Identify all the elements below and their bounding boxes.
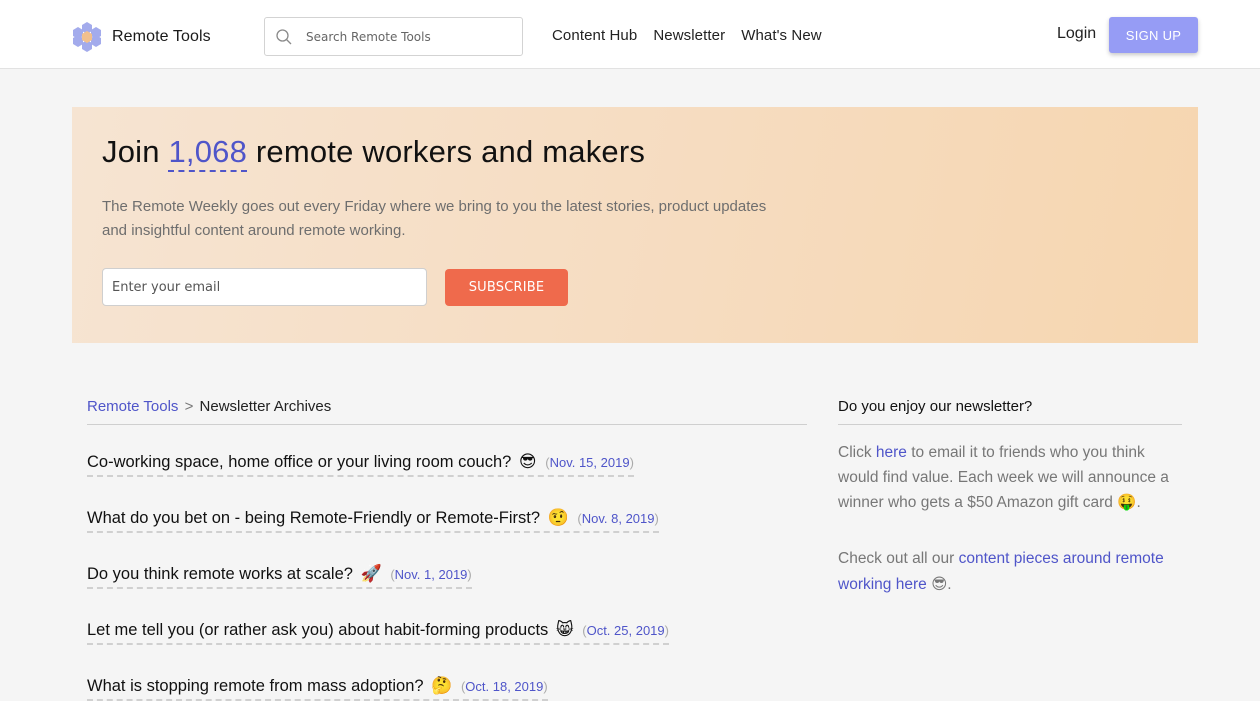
sunglasses-face-icon: 😎 <box>518 452 537 472</box>
breadcrumb-root-link[interactable]: Remote Tools <box>87 398 178 415</box>
issue-date: (Nov. 8, 2019) <box>577 511 659 526</box>
main-nav: Content Hub Newsletter What's New <box>552 27 838 44</box>
hexagon-flower-logo-icon <box>71 21 103 53</box>
sidebar-share-text: Click here to email it to friends who yo… <box>838 444 1169 511</box>
issue-title: Co-working space, home office or your li… <box>87 453 512 471</box>
sunglasses-face-icon: 😎 <box>931 574 948 593</box>
issue-date: (Nov. 1, 2019) <box>390 567 472 582</box>
issue-title: Do you think remote works at scale? <box>87 565 353 583</box>
subscribe-button[interactable]: SUBSCRIBE <box>445 269 568 306</box>
issue-title: Let me tell you (or rather ask you) abou… <box>87 621 549 639</box>
breadcrumb: Remote Tools > Newsletter Archives <box>87 398 807 425</box>
issue-link[interactable]: What do you bet on - being Remote-Friend… <box>87 508 659 533</box>
issue-title: What do you bet on - being Remote-Friend… <box>87 509 541 527</box>
grinning-cat-icon: 😸 <box>555 620 574 640</box>
issue-date: (Oct. 25, 2019) <box>582 623 669 638</box>
issue-date: (Nov. 15, 2019) <box>545 455 634 470</box>
search-box[interactable] <box>264 17 523 56</box>
hero-title: Join 1,068 remote workers and makers <box>102 134 646 172</box>
issue-link[interactable]: What is stopping remote from mass adopti… <box>87 676 548 701</box>
sidebar-title: Do you enjoy our newsletter? <box>838 398 1182 425</box>
breadcrumb-current: Newsletter Archives <box>199 398 332 415</box>
raised-eyebrow-face-icon: 🤨 <box>547 508 569 528</box>
signup-button[interactable]: SIGN UP <box>1109 17 1198 53</box>
issue-title: What is stopping remote from mass adopti… <box>87 677 424 695</box>
logo-link[interactable]: Remote Tools <box>71 21 211 53</box>
subscriber-count: 1,068 <box>168 134 248 172</box>
top-header: Remote Tools Content Hub Newsletter What… <box>0 0 1260 69</box>
issue-link[interactable]: Do you think remote works at scale? 🚀 (N… <box>87 564 472 589</box>
hero-description: The Remote Weekly goes out every Friday … <box>102 198 767 239</box>
nav-whats-new[interactable]: What's New <box>741 27 822 44</box>
nav-newsletter[interactable]: Newsletter <box>653 27 725 44</box>
thinking-face-icon: 🤔 <box>431 676 453 696</box>
money-mouth-face-icon: 🤑 <box>1117 493 1137 511</box>
logo-text: Remote Tools <box>112 28 211 45</box>
hero-title-suffix: remote workers and makers <box>247 134 646 169</box>
issue-link[interactable]: Let me tell you (or rather ask you) abou… <box>87 620 669 645</box>
email-input[interactable] <box>102 268 427 306</box>
share-here-link[interactable]: here <box>876 444 907 461</box>
hero-title-prefix: Join <box>102 134 169 169</box>
search-input[interactable] <box>306 29 506 44</box>
sidebar-content-text: Check out all our content pieces around … <box>838 550 1164 593</box>
breadcrumb-separator: > <box>184 398 194 415</box>
issue-date: (Oct. 18, 2019) <box>460 679 548 694</box>
nav-content-hub[interactable]: Content Hub <box>552 27 637 44</box>
newsletter-hero: Join 1,068 remote workers and makers The… <box>72 107 1198 343</box>
search-icon <box>276 28 292 44</box>
rocket-icon: 🚀 <box>360 564 382 584</box>
issue-link[interactable]: Co-working space, home office or your li… <box>87 452 634 477</box>
login-link[interactable]: Login <box>1057 25 1096 43</box>
